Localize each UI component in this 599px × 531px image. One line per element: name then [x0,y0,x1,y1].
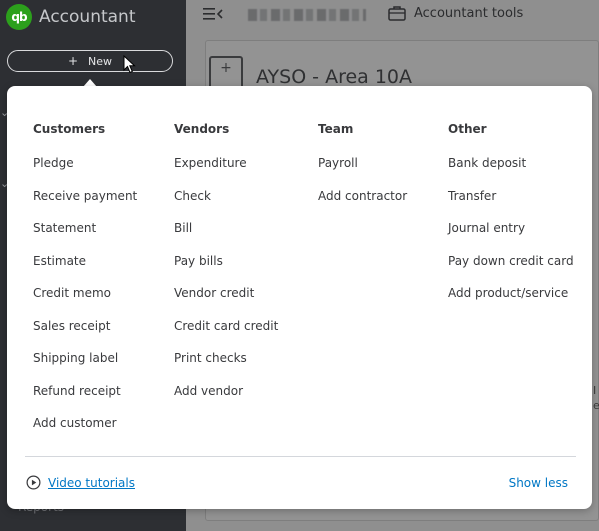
menu-item[interactable]: Add product/service [448,286,574,301]
menu-item[interactable]: Sales receipt [33,319,137,334]
menu-item[interactable]: Print checks [174,351,278,366]
menu-item[interactable]: Add contractor [318,189,407,204]
menu-item[interactable]: Check [174,189,278,204]
menu-item[interactable]: Pay down credit card [448,254,574,269]
quickbooks-logo-icon: qb [6,4,32,30]
mouse-cursor-icon [123,55,136,74]
menu-item[interactable]: Vendor credit [174,286,278,301]
menu-item[interactable]: Shipping label [33,351,137,366]
column-header: Customers [33,122,106,136]
column-header: Team [318,122,354,136]
edge-fragment: I [593,384,597,397]
video-tutorials-link[interactable]: Video tutorials [26,475,135,490]
menu-column-customers: Customers Pledge Receive payment Stateme… [33,122,137,449]
briefcase-icon [388,6,406,21]
video-tutorials-label[interactable]: Video tutorials [48,476,135,490]
plus-icon: + [67,54,79,68]
menu-item[interactable]: Receive payment [33,189,137,204]
edge-fragment: e [593,399,599,412]
menu-item[interactable]: Credit card credit [174,319,278,334]
top-header: Accountant tools [186,0,599,33]
menu-item[interactable]: Add vendor [174,384,278,399]
menu-column-other: Other Bank deposit Transfer Journal entr… [448,122,574,319]
column-header: Other [448,122,487,136]
app-logo-row[interactable]: qb Accountant [6,3,136,31]
menu-item[interactable]: Pledge [33,156,137,171]
menu-column-vendors: Vendors Expenditure Check Bill Pay bills… [174,122,278,416]
menu-item[interactable]: Refund receipt [33,384,137,399]
accountant-tools-label: Accountant tools [414,5,524,21]
new-button[interactable]: + New [7,50,173,72]
menu-item[interactable]: Journal entry [448,221,574,236]
new-menu-panel: Customers Pledge Receive payment Stateme… [7,86,592,509]
menu-item[interactable]: Credit memo [33,286,137,301]
menu-item[interactable]: Pay bills [174,254,278,269]
menu-item[interactable]: Expenditure [174,156,278,171]
menu-item[interactable]: Payroll [318,156,407,171]
menu-item[interactable]: Statement [33,221,137,236]
play-circle-icon [26,475,41,490]
menu-item[interactable]: Transfer [448,189,574,204]
company-name: AYSO - Area 10A [256,66,413,88]
menu-item[interactable]: Add customer [33,416,137,431]
menu-item[interactable]: Bank deposit [448,156,574,171]
blurred-company-text [248,9,366,21]
accountant-tools-button[interactable]: Accountant tools [388,5,523,21]
app-name: Accountant [39,7,136,27]
column-header: Vendors [174,122,230,136]
collapse-menu-icon[interactable] [203,7,223,21]
menu-column-team: Team Payroll Add contractor [318,122,407,221]
new-button-label: New [88,54,113,68]
company-add-icon[interactable]: + [209,56,243,90]
menu-item[interactable]: Estimate [33,254,137,269]
show-less-link[interactable]: Show less [509,476,568,490]
menu-divider [25,456,576,457]
menu-item[interactable]: Bill [174,221,278,236]
